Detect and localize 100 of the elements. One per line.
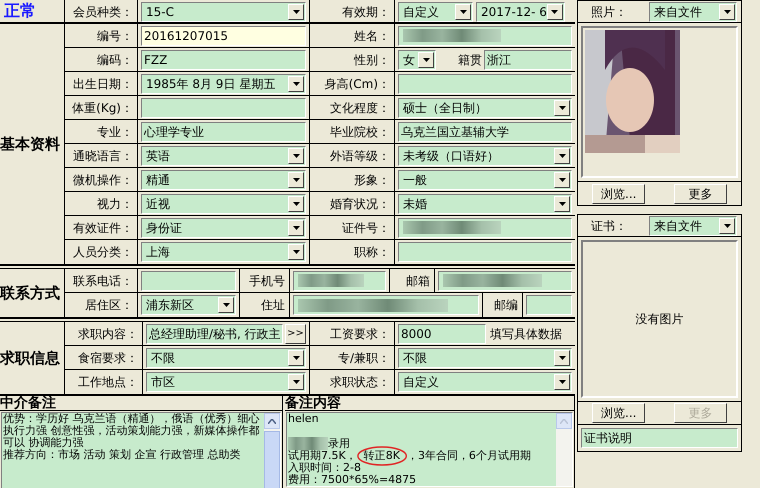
field-label: 编号： xyxy=(97,28,133,44)
field-label: 身高(Cm)： xyxy=(324,76,390,92)
dropdown-field[interactable]: 来自文件 xyxy=(649,216,737,236)
text-field[interactable] xyxy=(141,98,306,118)
scroll-up-icon xyxy=(560,418,568,424)
caret-icon xyxy=(460,10,466,14)
dropdown-field[interactable]: 近视 xyxy=(141,194,306,214)
field-label: 联系电话： xyxy=(73,272,133,290)
dropdown-arrow-button[interactable] xyxy=(288,172,304,188)
field-label: 求职内容： xyxy=(78,326,138,342)
text-field[interactable]: 心理学专业 xyxy=(141,122,306,142)
empty-text: 没有图片 xyxy=(636,311,684,328)
caret-icon xyxy=(222,303,230,307)
text-field[interactable] xyxy=(398,242,572,262)
dropdown-arrow-button[interactable] xyxy=(288,148,304,164)
text-field[interactable] xyxy=(141,270,236,290)
text-field[interactable] xyxy=(438,270,572,290)
field-label: 工作地点： xyxy=(78,374,138,391)
dropdown-field[interactable]: 浦东新区 xyxy=(141,295,236,315)
dropdown-field[interactable]: 精通 xyxy=(141,170,306,190)
dropdown-field[interactable]: 上海 xyxy=(141,242,306,262)
dropdown-arrow-button[interactable] xyxy=(554,148,570,164)
field-label: 专/兼职： xyxy=(338,350,390,366)
field-label: 邮编 xyxy=(494,297,518,314)
field-label: 婚育状况： xyxy=(330,196,390,212)
caret-icon xyxy=(558,356,566,360)
notes-field[interactable]: 优势：学历好 乌克兰语（精通），俄语（优秀）细心执行力强 创意性强，活动策划能力强，新媒体操作都可以 协调能力强 推荐方向：市场 活动 策划 企宣 行政管理 总助类 xyxy=(1,412,281,488)
caret-icon xyxy=(558,178,566,182)
caret-icon xyxy=(558,202,566,206)
text-field[interactable]: 证书说明 xyxy=(581,428,738,448)
dropdown-arrow-button[interactable] xyxy=(218,297,234,313)
notes-field[interactable]: helen 录用 试用期7.5K， 转正8K ，3年合同，6个月试用期 入职时间：2-8 费用：7500*65%=4875 xyxy=(286,412,573,487)
dropdown-arrow-button[interactable] xyxy=(554,100,570,116)
browse-button[interactable]: 浏览... xyxy=(592,403,646,423)
dropdown-arrow-button[interactable] xyxy=(546,4,563,20)
scrollbar[interactable] xyxy=(556,413,572,486)
note-text: 试用期7.5K， xyxy=(288,450,357,462)
dropdown-field[interactable]: 女 xyxy=(398,50,436,70)
caret-icon xyxy=(292,82,300,86)
caret-icon xyxy=(551,10,558,14)
more-button[interactable]: 更多 xyxy=(674,184,727,204)
dropdown-arrow-button[interactable] xyxy=(719,4,735,20)
text-field[interactable]: 乌克兰国立基辅大学 xyxy=(398,122,572,142)
dropdown-arrow-button[interactable] xyxy=(554,374,570,390)
text-field[interactable] xyxy=(398,74,572,94)
dropdown-arrow-button[interactable] xyxy=(288,374,304,390)
more-button[interactable]: >> xyxy=(285,324,306,344)
text-field[interactable]: 8000 xyxy=(398,324,486,344)
dropdown-field[interactable]: 2017-12- 6 xyxy=(476,2,565,22)
dropdown-arrow-button[interactable] xyxy=(288,350,304,366)
dropdown-arrow-button[interactable] xyxy=(455,4,471,20)
dropdown-arrow-button[interactable] xyxy=(554,196,570,212)
dropdown-field[interactable]: 不限 xyxy=(146,348,306,368)
text-field[interactable]: FZZ xyxy=(141,50,306,70)
dropdown-field[interactable]: 1985年 8月 9日 星期五 xyxy=(141,74,306,94)
dropdown-field[interactable]: 硕士（全日制） xyxy=(398,98,572,118)
text-field[interactable] xyxy=(526,295,572,315)
hint-text: 填写具体数据 xyxy=(490,326,562,342)
dropdown-field[interactable]: 身份证 xyxy=(141,218,306,238)
text-field[interactable] xyxy=(398,218,572,238)
scrollbar[interactable] xyxy=(264,413,280,488)
text-field[interactable]: 总经理助理/秘书, 行政主 xyxy=(146,324,283,344)
dropdown-field[interactable]: 15-C xyxy=(141,2,306,22)
caret-icon xyxy=(558,154,566,158)
status-text: 正常 xyxy=(4,0,36,22)
dropdown-field[interactable]: 市区 xyxy=(146,372,306,392)
dropdown-arrow-button[interactable] xyxy=(288,4,304,20)
text-field[interactable]: 浙江 xyxy=(484,50,572,70)
browse-button[interactable]: 浏览... xyxy=(592,184,646,204)
dropdown-field[interactable]: 自定义 xyxy=(398,372,572,392)
field-label: 居住区： xyxy=(85,297,133,314)
text-field[interactable] xyxy=(398,26,572,46)
caret-icon xyxy=(292,178,300,182)
dropdown-field[interactable]: 未婚 xyxy=(398,194,572,214)
dropdown-arrow-button[interactable] xyxy=(418,52,434,68)
dropdown-field[interactable]: 一般 xyxy=(398,170,572,190)
dropdown-field[interactable]: 来自文件 xyxy=(649,2,737,22)
note-text: 录用 xyxy=(328,438,350,450)
dropdown-field[interactable]: 不限 xyxy=(398,348,572,368)
caret-icon xyxy=(724,224,730,228)
section-title: 基本资料 xyxy=(0,134,60,155)
field-label: 证书： xyxy=(590,218,628,234)
text-field[interactable] xyxy=(293,295,479,315)
caret-icon xyxy=(558,380,566,384)
dropdown-field[interactable]: 英语 xyxy=(141,146,306,166)
text-field[interactable]: 20161207015 xyxy=(141,26,306,46)
dropdown-arrow-button[interactable] xyxy=(288,76,304,92)
field-label: 邮箱 xyxy=(406,272,430,290)
dropdown-arrow-button[interactable] xyxy=(554,172,570,188)
text-field[interactable] xyxy=(293,270,386,290)
dropdown-arrow-button[interactable] xyxy=(288,244,304,260)
dropdown-field[interactable]: 未考级（口语好） xyxy=(398,146,572,166)
dropdown-arrow-button[interactable] xyxy=(719,218,735,234)
caret-icon xyxy=(422,58,430,62)
dropdown-arrow-button[interactable] xyxy=(554,350,570,366)
dropdown-arrow-button[interactable] xyxy=(288,220,304,236)
dropdown-field[interactable]: 自定义 xyxy=(398,2,473,22)
caret-icon xyxy=(724,10,730,14)
dropdown-arrow-button[interactable] xyxy=(288,196,304,212)
caret-icon xyxy=(558,106,566,110)
